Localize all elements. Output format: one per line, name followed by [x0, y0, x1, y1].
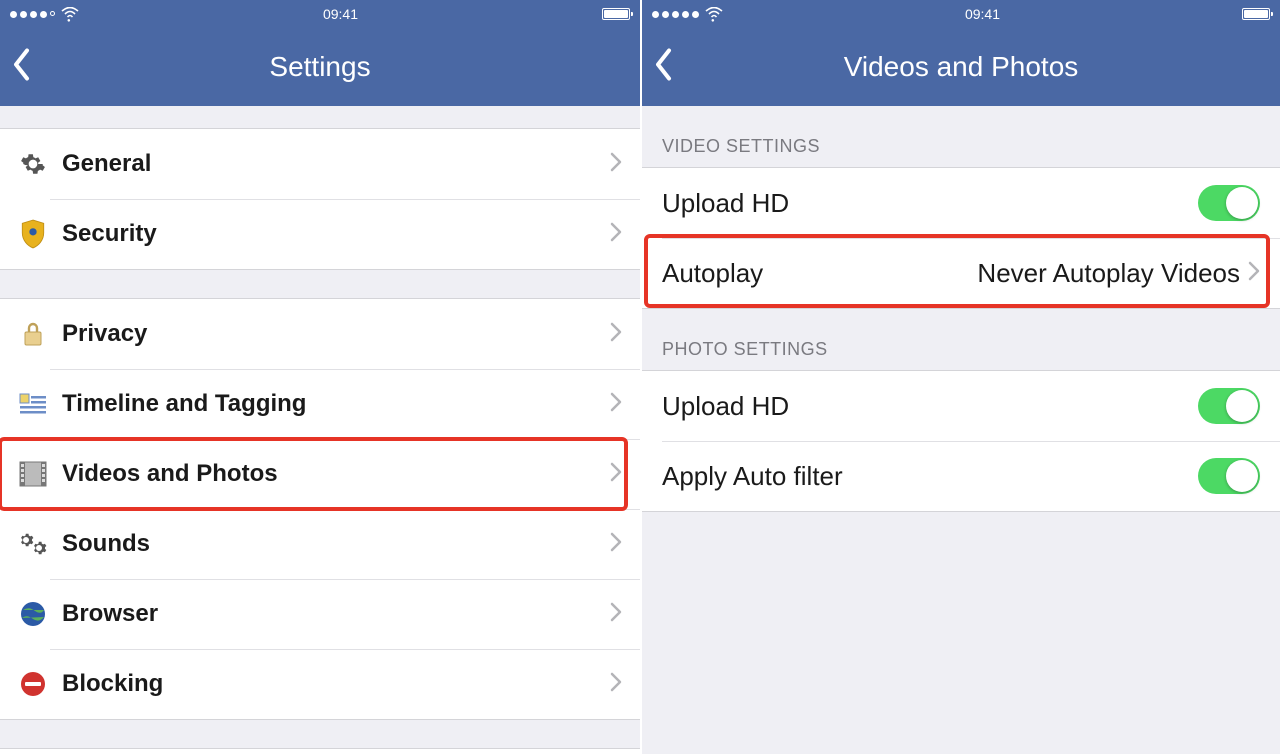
back-button[interactable]: [654, 48, 674, 87]
chevron-right-icon: [610, 152, 622, 177]
settings-row-browser[interactable]: Browser: [0, 579, 640, 649]
navbar: Videos and Photos: [642, 28, 1280, 106]
row-label: Blocking: [62, 670, 610, 698]
videos-photos-screen: 09:41 Videos and Photos VIDEO SETTINGS U…: [640, 0, 1280, 754]
battery-icon: [1242, 8, 1270, 20]
row-label: Autoplay: [662, 258, 977, 289]
block-icon: [18, 669, 48, 699]
chevron-right-icon: [610, 322, 622, 347]
settings-row-general[interactable]: General: [0, 129, 640, 199]
status-time: 09:41: [965, 6, 1000, 22]
wifi-icon: [61, 7, 79, 21]
film-icon: [18, 459, 48, 489]
photo-settings-group: Upload HD Apply Auto filter: [642, 370, 1280, 512]
row-label: Apply Auto filter: [662, 461, 1198, 492]
chevron-right-icon: [610, 532, 622, 557]
row-label: Videos and Photos: [62, 460, 610, 488]
chevron-right-icon: [1248, 261, 1260, 286]
settings-row-videos-photos[interactable]: Videos and Photos: [0, 439, 640, 509]
section-header-video: VIDEO SETTINGS: [642, 106, 1280, 167]
page-title: Videos and Photos: [844, 51, 1079, 83]
row-video-upload-hd[interactable]: Upload HD: [642, 168, 1280, 238]
row-autoplay[interactable]: Autoplay Never Autoplay Videos: [642, 238, 1280, 308]
navbar: Settings: [0, 28, 640, 106]
row-label: Upload HD: [662, 188, 1198, 219]
chevron-right-icon: [610, 672, 622, 697]
settings-group-2: [0, 748, 640, 754]
settings-group-1: Privacy Timeline and Tagging Videos and …: [0, 298, 640, 720]
section-header-photo: PHOTO SETTINGS: [642, 309, 1280, 370]
row-label: Security: [62, 220, 610, 248]
settings-row-cut[interactable]: [0, 749, 640, 754]
settings-row-security[interactable]: Security: [0, 199, 640, 269]
chevron-right-icon: [610, 392, 622, 417]
chevron-right-icon: [610, 462, 622, 487]
row-label: Timeline and Tagging: [62, 390, 610, 418]
row-label: Privacy: [62, 320, 610, 348]
gear-icon: [18, 529, 48, 559]
settings-row-sounds[interactable]: Sounds: [0, 509, 640, 579]
row-auto-filter[interactable]: Apply Auto filter: [642, 441, 1280, 511]
back-button[interactable]: [12, 48, 32, 87]
toggle-switch[interactable]: [1198, 458, 1260, 494]
status-bar: 09:41: [642, 0, 1280, 28]
settings-row-privacy[interactable]: Privacy: [0, 299, 640, 369]
toggle-switch[interactable]: [1198, 185, 1260, 221]
row-label: Upload HD: [662, 391, 1198, 422]
settings-screen: 09:41 Settings General Security: [0, 0, 640, 754]
chevron-right-icon: [610, 222, 622, 247]
signal-dots-icon: [652, 11, 699, 18]
shield-icon: [18, 219, 48, 249]
signal-dots-icon: [10, 11, 55, 18]
row-label: General: [62, 150, 610, 178]
gear-icon: [18, 149, 48, 179]
status-bar: 09:41: [0, 0, 640, 28]
wifi-icon: [705, 7, 723, 21]
globe-icon: [18, 599, 48, 629]
settings-row-blocking[interactable]: Blocking: [0, 649, 640, 719]
settings-group-0: General Security: [0, 128, 640, 270]
status-time: 09:41: [323, 6, 358, 22]
row-label: Browser: [62, 600, 610, 628]
timeline-icon: [18, 389, 48, 419]
toggle-switch[interactable]: [1198, 388, 1260, 424]
page-title: Settings: [269, 51, 370, 83]
row-label: Sounds: [62, 530, 610, 558]
chevron-right-icon: [610, 602, 622, 627]
battery-icon: [602, 8, 630, 20]
settings-row-timeline[interactable]: Timeline and Tagging: [0, 369, 640, 439]
video-settings-group: Upload HD Autoplay Never Autoplay Videos: [642, 167, 1280, 309]
lock-icon: [18, 319, 48, 349]
row-photo-upload-hd[interactable]: Upload HD: [642, 371, 1280, 441]
row-value: Never Autoplay Videos: [977, 258, 1240, 289]
